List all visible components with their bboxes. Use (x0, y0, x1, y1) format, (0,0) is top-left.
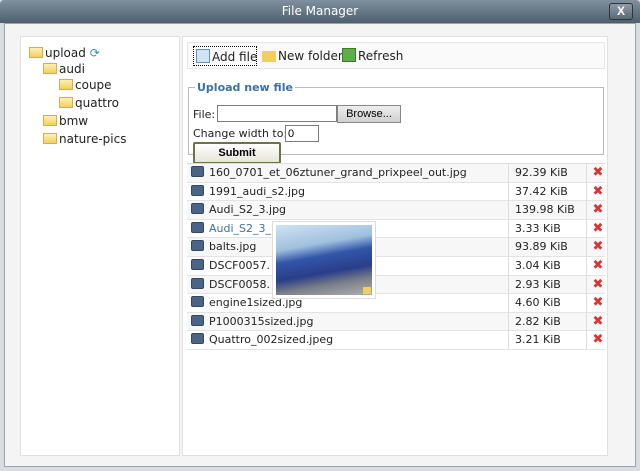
tree-node-upload[interactable]: upload ⟳ (29, 45, 100, 61)
file-name[interactable]: P1000315sized.jpg (191, 312, 509, 331)
folder-icon (43, 115, 57, 126)
image-file-icon (191, 166, 204, 177)
folder-tree: upload ⟳ audi coupe quattro bmw nature-p… (20, 36, 180, 456)
close-button[interactable]: X (609, 3, 633, 20)
delete-icon[interactable]: ✖ (591, 333, 605, 347)
image-file-icon (191, 221, 204, 233)
delete-icon[interactable]: ✖ (591, 314, 605, 329)
window-title: File Manager (281, 4, 359, 18)
file-size: 4.60 KiB (515, 294, 587, 313)
delete-icon[interactable]: ✖ (591, 203, 605, 217)
file-size: 3.21 KiB (515, 331, 587, 350)
tree-node-coupe[interactable]: coupe (59, 77, 112, 93)
title-bar: File Manager X (0, 0, 640, 23)
file-size: 2.82 KiB (515, 312, 587, 331)
new-folder-icon (262, 51, 276, 62)
image-file-icon (191, 203, 204, 215)
file-row[interactable]: engine1sized.jpg 4.60 KiB ✖ (187, 294, 605, 313)
browse-button[interactable]: Browse... (337, 105, 401, 123)
folder-icon (59, 97, 73, 108)
content-panel: Add file New folder Refresh Upload new f… (182, 36, 608, 456)
delete-icon[interactable]: ✖ (591, 221, 605, 236)
image-file-icon (191, 258, 204, 270)
image-file-icon (191, 296, 204, 308)
tree-node-quattro[interactable]: quattro (59, 95, 119, 111)
file-row[interactable]: DSCF0057. 3.04 KiB ✖ (187, 256, 605, 276)
delete-icon[interactable]: ✖ (591, 277, 605, 292)
tree-node-audi[interactable]: audi (43, 61, 85, 77)
upload-form: Upload new file File: Browse... Change w… (188, 81, 604, 164)
file-row[interactable]: Quattro_002sized.jpeg 3.21 KiB ✖ (187, 331, 605, 350)
delete-icon[interactable]: ✖ (591, 184, 605, 199)
file-size: 2.93 KiB (515, 275, 587, 294)
width-label: Change width to: (193, 127, 288, 140)
file-size: 3.33 KiB (515, 219, 587, 238)
refresh-icon[interactable]: ⟳ (90, 46, 100, 60)
file-name[interactable]: Quattro_002sized.jpeg (191, 331, 509, 350)
folder-icon (363, 287, 371, 294)
file-size: 37.42 KiB (515, 182, 587, 201)
file-name[interactable]: Audi_S2_3.jpg (191, 201, 509, 220)
file-name[interactable]: 160_0701_et_06ztuner_grand_prixpeel_out.… (191, 164, 509, 182)
preview-image (276, 225, 372, 295)
image-file-icon (191, 314, 204, 326)
image-file-icon (191, 333, 204, 345)
submit-button[interactable]: Submit (193, 142, 281, 164)
tree-node-nature-pics[interactable]: nature-pics (43, 131, 126, 147)
delete-icon[interactable]: ✖ (591, 240, 605, 254)
file-row[interactable]: DSCF0058. 2.93 KiB ✖ (187, 275, 605, 295)
image-file-icon (191, 184, 204, 196)
file-row[interactable]: 1991_audi_s2.jpg 37.42 KiB ✖ (187, 182, 605, 202)
width-input[interactable] (285, 125, 319, 142)
file-name[interactable]: 1991_audi_s2.jpg (191, 182, 509, 201)
refresh-icon (342, 48, 356, 62)
image-preview (272, 221, 376, 299)
file-label: File: (193, 108, 216, 121)
toolbar: Add file New folder Refresh (187, 42, 605, 69)
delete-icon[interactable]: ✖ (591, 258, 605, 273)
delete-icon[interactable]: ✖ (591, 166, 605, 180)
file-size: 139.98 KiB (515, 201, 587, 220)
add-file-icon (196, 49, 210, 63)
file-row[interactable]: 160_0701_et_06ztuner_grand_prixpeel_out.… (187, 164, 605, 183)
file-row[interactable]: Audi_S2_3.jpg 139.98 KiB ✖ (187, 201, 605, 220)
file-row[interactable]: P1000315sized.jpg 2.82 KiB ✖ (187, 312, 605, 332)
file-size: 92.39 KiB (515, 164, 587, 182)
folder-icon (43, 133, 57, 144)
folder-icon (43, 63, 57, 74)
add-file-button[interactable]: Add file (193, 46, 257, 66)
file-size: 93.89 KiB (515, 238, 587, 257)
file-input[interactable] (217, 105, 337, 122)
delete-icon[interactable]: ✖ (591, 296, 605, 310)
image-file-icon (191, 240, 204, 252)
folder-icon (29, 47, 43, 58)
file-row[interactable]: Audi_S2_3_ 3.33 KiB ✖ (187, 219, 605, 239)
image-file-icon (191, 277, 204, 289)
file-row[interactable]: balts.jpg 93.89 KiB ✖ (187, 238, 605, 257)
new-folder-button[interactable]: New folder (260, 46, 343, 66)
upload-legend: Upload new file (197, 81, 293, 94)
file-size: 3.04 KiB (515, 256, 587, 275)
refresh-button[interactable]: Refresh (340, 46, 403, 66)
folder-icon (59, 79, 73, 90)
tree-node-bmw[interactable]: bmw (43, 113, 88, 129)
file-list: 160_0701_et_06ztuner_grand_prixpeel_out.… (187, 163, 605, 350)
